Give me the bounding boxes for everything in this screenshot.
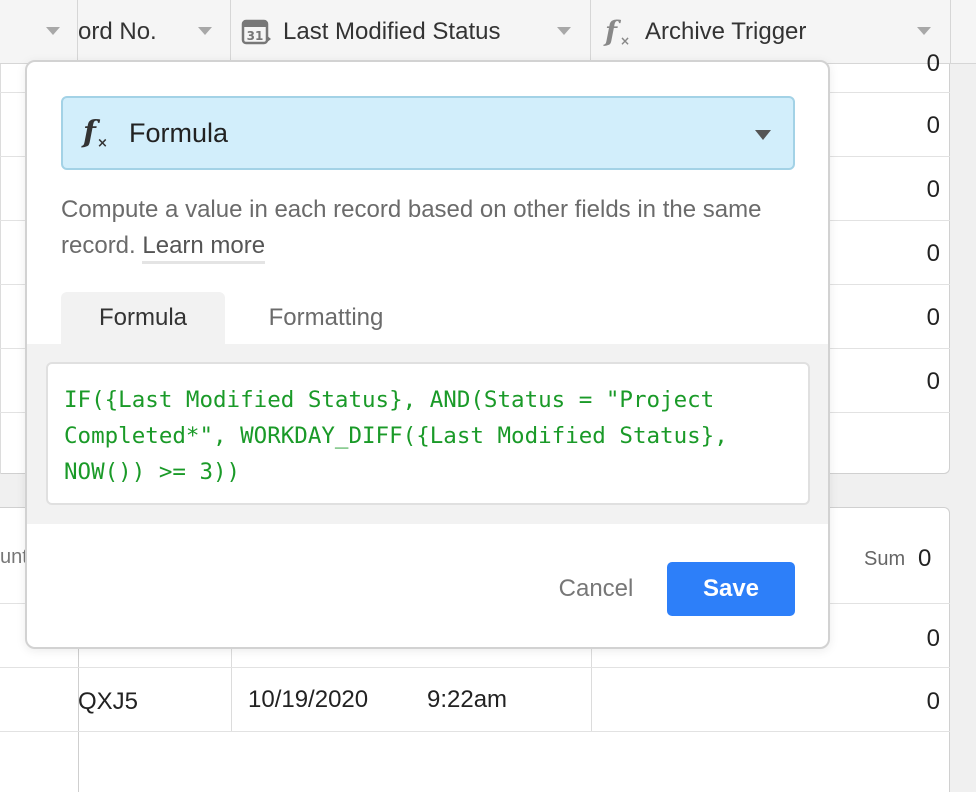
chevron-down-icon[interactable] <box>557 27 571 35</box>
chevron-down-icon <box>755 130 771 140</box>
cancel-button[interactable]: Cancel <box>542 562 650 616</box>
cell-archive-trigger[interactable]: 0 <box>900 688 940 716</box>
cell-archive-trigger[interactable]: 0 <box>900 50 940 78</box>
column-header-archive-trigger[interactable]: f × Archive Trigger <box>591 0 951 64</box>
formula-icon: f × <box>81 115 108 151</box>
cell-archive-trigger[interactable]: 0 <box>900 112 940 140</box>
summary-sum-label: Sum <box>864 548 906 570</box>
chevron-down-icon[interactable] <box>917 27 931 35</box>
field-type-select[interactable]: f × Formula <box>61 96 795 170</box>
column-header-previous[interactable] <box>0 0 78 64</box>
calendar-icon: 31 <box>241 19 271 45</box>
column-header-label: Archive Trigger <box>645 18 807 45</box>
field-type-label: Formula <box>129 117 229 148</box>
svg-text:×: × <box>620 34 630 48</box>
cell-archive-trigger[interactable]: 0 <box>900 368 940 396</box>
cell-archive-trigger[interactable]: 0 <box>900 240 940 268</box>
chevron-down-icon[interactable] <box>198 27 212 35</box>
learn-more-link[interactable]: Learn more <box>142 232 266 264</box>
row-divider <box>0 731 950 732</box>
row-divider <box>0 667 950 668</box>
svg-text:×: × <box>97 136 108 151</box>
save-button[interactable]: Save <box>667 562 795 616</box>
column-header-last-modified-status[interactable]: 31 Last Modified Status <box>231 0 591 64</box>
svg-text:31: 31 <box>247 29 264 43</box>
cell-archive-trigger[interactable]: 0 <box>900 625 940 653</box>
formula-icon: f × <box>603 15 630 48</box>
summary-left-label: unt <box>0 546 27 568</box>
cell-archive-trigger[interactable]: 0 <box>900 176 940 204</box>
cell-record-no[interactable]: QXJ5 <box>78 688 138 716</box>
summary-sum-value: 0 <box>918 545 932 572</box>
chevron-down-icon[interactable] <box>46 27 60 35</box>
cell-archive-trigger[interactable]: 0 <box>900 304 940 332</box>
tab-formula[interactable]: Formula <box>61 292 225 344</box>
cell-date[interactable]: 10/19/2020 <box>248 686 368 714</box>
column-header-record-no[interactable]: ord No. <box>78 0 231 64</box>
tab-formatting[interactable]: Formatting <box>241 292 411 344</box>
cell-time[interactable]: 9:22am <box>427 686 507 714</box>
field-editor-dialog: f × Formula Compute a value in each reco… <box>25 60 830 649</box>
formula-input[interactable]: IF({Last Modified Status}, AND(Status = … <box>46 362 810 505</box>
column-header-label: Last Modified Status <box>283 18 501 45</box>
column-header-label: ord No. <box>78 18 157 45</box>
field-type-description: Compute a value in each record based on … <box>61 192 801 264</box>
